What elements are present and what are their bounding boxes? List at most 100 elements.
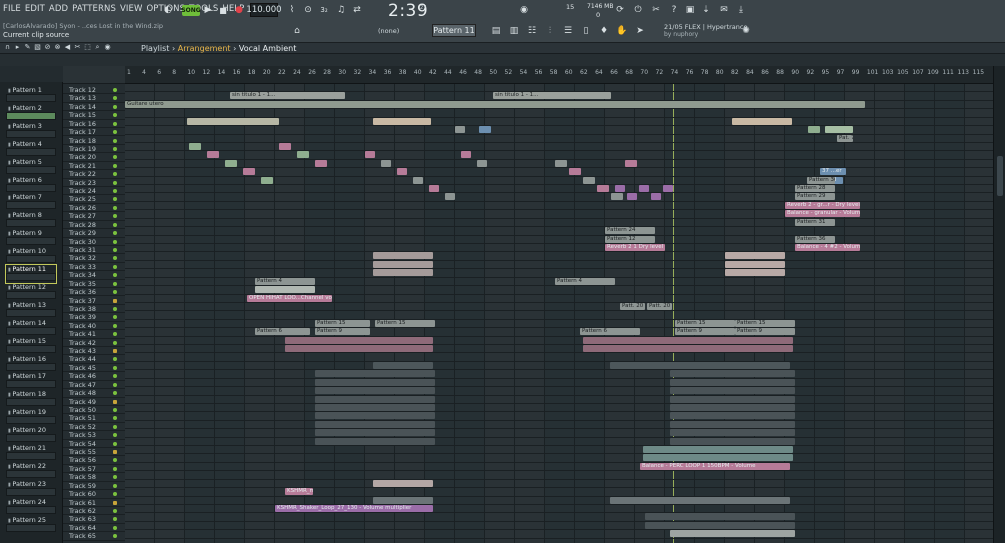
chat-icon[interactable]: ✉ — [718, 3, 730, 17]
track-mute-switch[interactable] — [113, 382, 117, 387]
picker-item[interactable]: Pattern 19 — [6, 408, 56, 426]
track-mute-switch[interactable] — [113, 306, 117, 311]
playlist-clip[interactable] — [207, 151, 219, 159]
track-header[interactable]: Track 32 — [63, 254, 125, 263]
playlist-clip[interactable] — [569, 168, 581, 176]
playlist-clip[interactable]: Pattern 9 — [675, 328, 735, 336]
playlist-clip[interactable] — [315, 437, 435, 445]
track-mute-switch[interactable] — [113, 407, 117, 412]
track-mute-switch[interactable] — [113, 517, 117, 522]
track-header[interactable]: Track 60 — [63, 490, 125, 499]
playlist-clip[interactable] — [597, 185, 609, 193]
power-icon[interactable]: ⏻ — [632, 3, 644, 17]
track-header[interactable]: Track 45 — [63, 364, 125, 373]
playlist-clip[interactable]: Pattern 28 — [795, 185, 835, 193]
track-header[interactable]: Track 54 — [63, 440, 125, 449]
playlist-clip[interactable]: Patt. 20 — [620, 302, 645, 310]
playlist-clip[interactable] — [455, 126, 465, 134]
playlist-clip[interactable] — [639, 185, 649, 193]
playlist-clip[interactable] — [285, 336, 433, 344]
playlist-clip[interactable] — [627, 193, 637, 201]
playlist-clip[interactable] — [285, 345, 433, 353]
tempo-display[interactable]: 110.000 — [246, 3, 282, 17]
track-mute-switch[interactable] — [113, 239, 117, 244]
playlist-clip[interactable] — [189, 142, 201, 150]
track-header[interactable]: Track 37 — [63, 297, 125, 305]
track-mute-switch[interactable] — [113, 189, 117, 194]
playlist-clip[interactable] — [610, 496, 790, 504]
track-mute-switch[interactable] — [113, 222, 117, 227]
song-position-display[interactable]: 2:39 — [388, 1, 428, 21]
wait-for-input-icon[interactable]: ⊙ — [302, 3, 314, 17]
track-mute-switch[interactable] — [113, 290, 117, 295]
track-header[interactable]: Track 49 — [63, 398, 125, 406]
playlist-clip[interactable] — [315, 420, 435, 428]
playlist-clip[interactable] — [373, 269, 433, 277]
snap-icon[interactable]: ⌂ — [292, 24, 302, 38]
playlist-clip[interactable]: OPEN HIHAT LOO...Channel volume — [247, 294, 332, 302]
track-mute-switch[interactable] — [113, 256, 117, 261]
playlist-clip[interactable]: Pattern 30 — [807, 176, 835, 184]
loop-record-icon[interactable]: ⇄ — [351, 3, 363, 17]
menu-view[interactable]: VIEW — [120, 4, 143, 14]
playlist-clip[interactable] — [670, 420, 795, 428]
playlist-clip[interactable]: Patt. 20 — [647, 302, 672, 310]
track-header[interactable]: Track 20 — [63, 153, 125, 162]
track-header[interactable]: Track 57 — [63, 465, 125, 474]
playlist-clip[interactable] — [315, 429, 435, 437]
track-mute-switch[interactable] — [113, 349, 117, 354]
paint-tool-icon[interactable]: ▧ — [34, 43, 41, 52]
magnet-icon[interactable]: ∩ — [4, 43, 11, 52]
playlist-clip[interactable] — [555, 159, 567, 167]
playlist-clip[interactable]: Pattern 31 — [795, 218, 835, 226]
playlist-clip[interactable] — [187, 117, 279, 125]
picker-item[interactable]: Pattern 21 — [6, 444, 56, 462]
track-header[interactable]: Track 62 — [63, 507, 125, 516]
playback-tool-icon[interactable]: ◉ — [104, 43, 111, 52]
track-header[interactable]: Track 63 — [63, 515, 125, 524]
track-header[interactable]: Track 15 — [63, 111, 125, 120]
delete-tool-icon[interactable]: ⊘ — [44, 43, 51, 52]
picker-item[interactable]: Pattern 24 — [6, 498, 56, 516]
playlist-clip[interactable]: Pattern 15 — [375, 319, 435, 327]
track-mute-switch[interactable] — [113, 534, 117, 539]
track-mute-switch[interactable] — [113, 492, 117, 497]
playlist-clip[interactable] — [279, 142, 291, 150]
track-mute-switch[interactable] — [113, 104, 117, 109]
track-header[interactable]: Track 44 — [63, 355, 125, 364]
track-header[interactable]: Track 26 — [63, 204, 125, 213]
track-header[interactable]: Track 35 — [63, 280, 125, 289]
playlist-clip[interactable]: Balance - PERC LOOP 1 150BPM - Volume — [640, 462, 790, 470]
channel-rack-icon[interactable]: ☷ — [526, 24, 538, 38]
scrollbar-thumb[interactable] — [997, 156, 1003, 196]
track-header[interactable]: Track 58 — [63, 473, 125, 482]
playlist-clip[interactable]: Pattern 4 — [555, 277, 615, 285]
playlist-clip[interactable] — [725, 269, 785, 277]
picker-item[interactable]: Pattern 8 — [6, 211, 56, 229]
track-mute-switch[interactable] — [113, 332, 117, 337]
playlist-clip[interactable] — [315, 378, 435, 386]
plugin-icon[interactable]: ▯ — [580, 24, 592, 38]
playlist-clip[interactable] — [365, 151, 375, 159]
track-mute-switch[interactable] — [113, 155, 117, 160]
track-mute-switch[interactable] — [113, 231, 117, 236]
playlist-clip[interactable]: Guitare utero — [125, 100, 865, 108]
vertical-scrollbar[interactable] — [993, 66, 1005, 543]
playlist-clip[interactable] — [381, 159, 391, 167]
playlist-clip[interactable]: KSHMR_me — [285, 488, 313, 496]
playlist-clip[interactable] — [315, 387, 435, 395]
playlist-clip[interactable] — [297, 151, 309, 159]
track-header[interactable]: Track 12 — [63, 86, 125, 95]
playlist-clip[interactable] — [643, 446, 793, 454]
track-header[interactable]: Track 13 — [63, 94, 125, 103]
track-header[interactable]: Track 30 — [63, 238, 125, 246]
playlist-clip[interactable] — [670, 530, 795, 538]
picker-item[interactable]: Pattern 9 — [6, 229, 56, 247]
pattern-selector[interactable]: Pattern 11 — [432, 24, 476, 37]
pointer-icon[interactable]: ➤ — [634, 24, 646, 38]
playlist-clip[interactable] — [663, 185, 673, 193]
playlist-clip[interactable] — [643, 454, 793, 462]
playlist-clip[interactable] — [243, 168, 255, 176]
track-mute-switch[interactable] — [113, 416, 117, 421]
playlist-clip[interactable]: Pattern 4 — [255, 277, 315, 285]
